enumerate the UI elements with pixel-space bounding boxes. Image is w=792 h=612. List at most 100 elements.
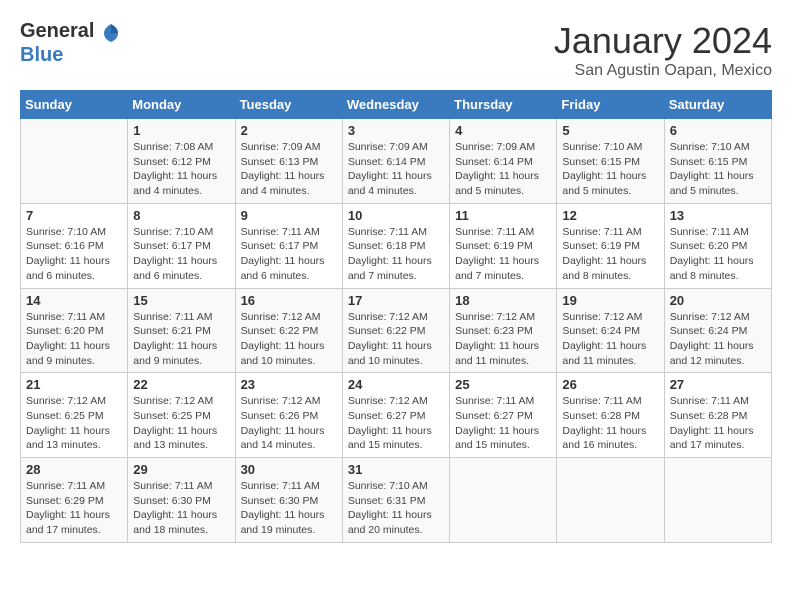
weekday-tuesday: Tuesday (235, 91, 342, 119)
calendar-cell: 1 Sunrise: 7:08 AM Sunset: 6:12 PM Daylig… (128, 119, 235, 204)
calendar-cell (21, 119, 128, 204)
calendar-cell: 7 Sunrise: 7:10 AM Sunset: 6:16 PM Daylig… (21, 203, 128, 288)
day-number: 16 (241, 293, 337, 308)
day-info: Sunrise: 7:12 AM Sunset: 6:26 PM Dayligh… (241, 394, 337, 453)
day-number: 25 (455, 377, 551, 392)
day-number: 14 (26, 293, 122, 308)
calendar-cell: 28Sunrise: 7:11 AM Sunset: 6:29 PM Dayli… (21, 458, 128, 543)
day-info: Sunrise: 7:12 AM Sunset: 6:22 PM Dayligh… (241, 310, 337, 369)
day-info: Sunrise: 7:11 AM Sunset: 6:19 PM Dayligh… (562, 225, 658, 284)
calendar-cell (557, 458, 664, 543)
weekday-row: SundayMondayTuesdayWednesdayThursdayFrid… (21, 91, 772, 119)
day-number: 1 (133, 123, 229, 138)
day-info: Sunrise: 7:12 AM Sunset: 6:25 PM Dayligh… (133, 394, 229, 453)
calendar-cell (664, 458, 771, 543)
day-number: 5 (562, 123, 658, 138)
day-number: 26 (562, 377, 658, 392)
location: San Agustin Oapan, Mexico (554, 62, 772, 80)
day-info: Sunrise: 7:08 AM Sunset: 6:12 PM Dayligh… (133, 140, 229, 199)
day-info: Sunrise: 7:12 AM Sunset: 6:25 PM Dayligh… (26, 394, 122, 453)
calendar-cell (450, 458, 557, 543)
calendar-cell: 3 Sunrise: 7:09 AM Sunset: 6:14 PM Daylig… (342, 119, 449, 204)
day-number: 21 (26, 377, 122, 392)
weekday-monday: Monday (128, 91, 235, 119)
logo-text: General Blue (20, 20, 123, 67)
day-info: Sunrise: 7:11 AM Sunset: 6:20 PM Dayligh… (26, 310, 122, 369)
day-number: 7 (26, 208, 122, 223)
day-number: 18 (455, 293, 551, 308)
calendar-body: 1 Sunrise: 7:08 AM Sunset: 6:12 PM Daylig… (21, 119, 772, 543)
day-info: Sunrise: 7:11 AM Sunset: 6:30 PM Dayligh… (241, 479, 337, 538)
day-number: 31 (348, 462, 444, 477)
day-info: Sunrise: 7:12 AM Sunset: 6:24 PM Dayligh… (562, 310, 658, 369)
weekday-friday: Friday (557, 91, 664, 119)
logo-icon (100, 22, 122, 44)
day-info: Sunrise: 7:12 AM Sunset: 6:23 PM Dayligh… (455, 310, 551, 369)
day-info: Sunrise: 7:11 AM Sunset: 6:20 PM Dayligh… (670, 225, 766, 284)
day-number: 8 (133, 208, 229, 223)
calendar-cell: 12 Sunrise: 7:11 AM Sunset: 6:19 PM Dayli… (557, 203, 664, 288)
calendar-cell: 5Sunrise: 7:10 AM Sunset: 6:15 PM Daylig… (557, 119, 664, 204)
calendar-cell: 16 Sunrise: 7:12 AM Sunset: 6:22 PM Dayli… (235, 288, 342, 373)
calendar-cell: 18 Sunrise: 7:12 AM Sunset: 6:23 PM Dayli… (450, 288, 557, 373)
day-number: 19 (562, 293, 658, 308)
day-number: 9 (241, 208, 337, 223)
day-number: 29 (133, 462, 229, 477)
month-title: January 2024 (554, 20, 772, 62)
day-number: 27 (670, 377, 766, 392)
day-number: 3 (348, 123, 444, 138)
calendar-cell: 31Sunrise: 7:10 AM Sunset: 6:31 PM Dayli… (342, 458, 449, 543)
calendar-cell: 4 Sunrise: 7:09 AM Sunset: 6:14 PM Daylig… (450, 119, 557, 204)
day-info: Sunrise: 7:10 AM Sunset: 6:16 PM Dayligh… (26, 225, 122, 284)
day-number: 13 (670, 208, 766, 223)
calendar-cell: 17 Sunrise: 7:12 AM Sunset: 6:22 PM Dayli… (342, 288, 449, 373)
day-info: Sunrise: 7:11 AM Sunset: 6:30 PM Dayligh… (133, 479, 229, 538)
calendar-cell: 22Sunrise: 7:12 AM Sunset: 6:25 PM Dayli… (128, 373, 235, 458)
day-info: Sunrise: 7:09 AM Sunset: 6:14 PM Dayligh… (455, 140, 551, 199)
day-info: Sunrise: 7:11 AM Sunset: 6:19 PM Dayligh… (455, 225, 551, 284)
logo-blue: Blue (20, 44, 63, 66)
day-info: Sunrise: 7:11 AM Sunset: 6:18 PM Dayligh… (348, 225, 444, 284)
calendar-cell: 29 Sunrise: 7:11 AM Sunset: 6:30 PM Dayli… (128, 458, 235, 543)
day-number: 6 (670, 123, 766, 138)
calendar-cell: 21 Sunrise: 7:12 AM Sunset: 6:25 PM Dayli… (21, 373, 128, 458)
day-info: Sunrise: 7:09 AM Sunset: 6:14 PM Dayligh… (348, 140, 444, 199)
day-info: Sunrise: 7:10 AM Sunset: 6:17 PM Dayligh… (133, 225, 229, 284)
day-number: 2 (241, 123, 337, 138)
calendar-week-row: 14 Sunrise: 7:11 AM Sunset: 6:20 PM Dayli… (21, 288, 772, 373)
day-info: Sunrise: 7:11 AM Sunset: 6:28 PM Dayligh… (562, 394, 658, 453)
calendar-cell: 25Sunrise: 7:11 AM Sunset: 6:27 PM Dayli… (450, 373, 557, 458)
calendar-header: SundayMondayTuesdayWednesdayThursdayFrid… (21, 91, 772, 119)
title-block: January 2024 San Agustin Oapan, Mexico (554, 20, 772, 80)
day-number: 23 (241, 377, 337, 392)
day-number: 10 (348, 208, 444, 223)
day-number: 12 (562, 208, 658, 223)
day-info: Sunrise: 7:11 AM Sunset: 6:17 PM Dayligh… (241, 225, 337, 284)
calendar-week-row: 7 Sunrise: 7:10 AM Sunset: 6:16 PM Daylig… (21, 203, 772, 288)
calendar-week-row: 1 Sunrise: 7:08 AM Sunset: 6:12 PM Daylig… (21, 119, 772, 204)
day-number: 30 (241, 462, 337, 477)
day-number: 17 (348, 293, 444, 308)
calendar-cell: 2 Sunrise: 7:09 AM Sunset: 6:13 PM Daylig… (235, 119, 342, 204)
calendar-cell: 10 Sunrise: 7:11 AM Sunset: 6:18 PM Dayli… (342, 203, 449, 288)
calendar-table: SundayMondayTuesdayWednesdayThursdayFrid… (20, 90, 772, 543)
calendar-cell: 30 Sunrise: 7:11 AM Sunset: 6:30 PM Dayli… (235, 458, 342, 543)
day-info: Sunrise: 7:11 AM Sunset: 6:29 PM Dayligh… (26, 479, 122, 538)
day-info: Sunrise: 7:12 AM Sunset: 6:24 PM Dayligh… (670, 310, 766, 369)
day-info: Sunrise: 7:10 AM Sunset: 6:15 PM Dayligh… (670, 140, 766, 199)
calendar-cell: 11 Sunrise: 7:11 AM Sunset: 6:19 PM Dayli… (450, 203, 557, 288)
calendar-week-row: 21 Sunrise: 7:12 AM Sunset: 6:25 PM Dayli… (21, 373, 772, 458)
calendar-cell: 15Sunrise: 7:11 AM Sunset: 6:21 PM Dayli… (128, 288, 235, 373)
day-number: 15 (133, 293, 229, 308)
day-info: Sunrise: 7:11 AM Sunset: 6:28 PM Dayligh… (670, 394, 766, 453)
day-info: Sunrise: 7:12 AM Sunset: 6:22 PM Dayligh… (348, 310, 444, 369)
day-number: 4 (455, 123, 551, 138)
day-number: 11 (455, 208, 551, 223)
page-header: General Blue January 2024 San Agustin Oa… (20, 20, 772, 80)
calendar-cell: 27 Sunrise: 7:11 AM Sunset: 6:28 PM Dayli… (664, 373, 771, 458)
day-info: Sunrise: 7:09 AM Sunset: 6:13 PM Dayligh… (241, 140, 337, 199)
weekday-thursday: Thursday (450, 91, 557, 119)
logo-general: General (20, 20, 94, 42)
calendar-cell: 13 Sunrise: 7:11 AM Sunset: 6:20 PM Dayli… (664, 203, 771, 288)
calendar-cell: 6 Sunrise: 7:10 AM Sunset: 6:15 PM Daylig… (664, 119, 771, 204)
